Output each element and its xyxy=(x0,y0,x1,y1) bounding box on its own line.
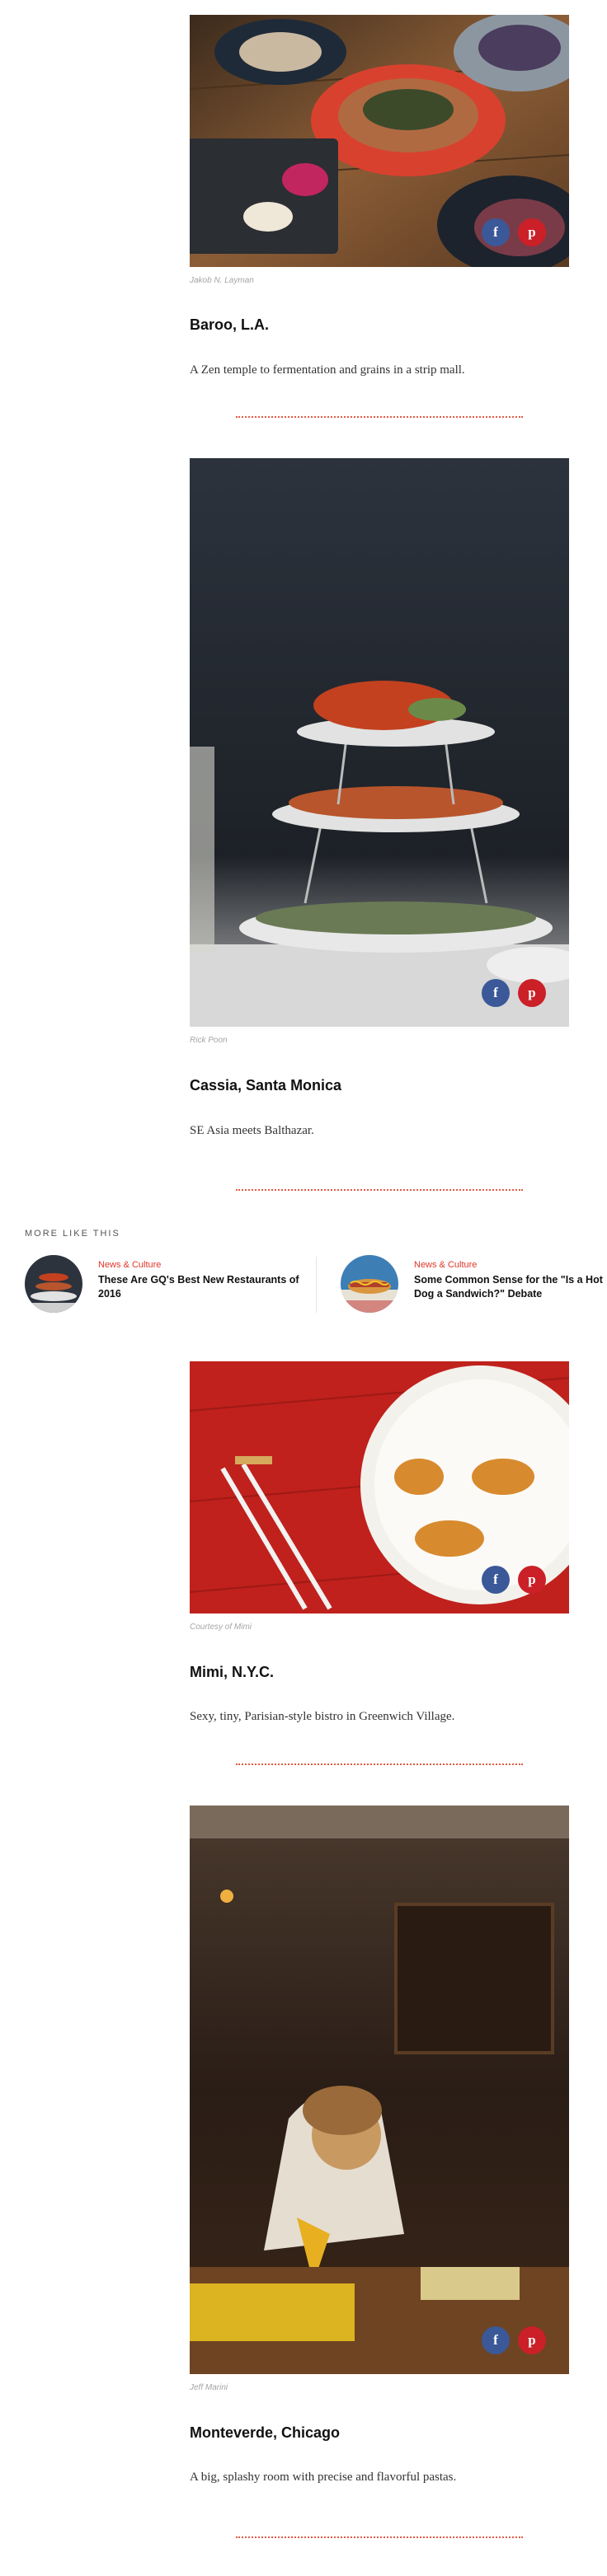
section-divider xyxy=(236,2536,523,2538)
photo-credit: Courtesy of Mimi xyxy=(190,1623,252,1632)
monteverde-food-photo xyxy=(190,1806,569,2374)
photo-credit: Rick Poon xyxy=(190,1036,228,1045)
restaurant-description: SE Asia meets Balthazar. xyxy=(190,1124,314,1137)
related-article-thumbnail[interactable] xyxy=(341,1255,398,1313)
pinterest-icon: p xyxy=(528,2332,536,2348)
pinterest-icon: p xyxy=(528,224,536,240)
restaurant-description: A big, splashy room with precise and fla… xyxy=(190,2471,457,2484)
section-divider xyxy=(236,416,523,418)
restaurant-description: A Zen temple to fermentation and grains … xyxy=(190,363,465,377)
restaurant-title: Monteverde, Chicago xyxy=(190,2424,341,2441)
facebook-icon: f xyxy=(493,2332,498,2348)
pinterest-icon: p xyxy=(528,1571,536,1587)
mimi-food-photo xyxy=(190,1361,569,1614)
related-article-category[interactable]: News & Culture xyxy=(414,1260,477,1270)
facebook-icon: f xyxy=(493,985,498,1000)
baroo-food-photo xyxy=(190,15,569,267)
restaurant-description: Sexy, tiny, Parisian-style bistro in Gre… xyxy=(190,1710,455,1723)
photo-credit: Jakob N. Layman xyxy=(190,276,254,285)
article-image-baroo: f p xyxy=(190,15,569,267)
restaurant-title: Baroo, L.A. xyxy=(190,316,270,333)
article-image-monteverde: f p xyxy=(190,1806,569,2374)
related-article-title[interactable]: These Are GQ's Best New Restaurants of 2… xyxy=(98,1273,304,1301)
restaurant-title: Cassia, Santa Monica xyxy=(190,1077,342,1094)
section-divider xyxy=(236,1189,523,1191)
facebook-icon: f xyxy=(493,224,498,240)
article-image-cassia: f p xyxy=(190,458,569,1027)
article-image-mimi: f p xyxy=(190,1361,569,1614)
cassia-food-photo xyxy=(190,458,569,1027)
restaurant-title: Mimi, N.Y.C. xyxy=(190,1664,275,1680)
card-separator xyxy=(316,1257,317,1313)
photo-credit: Jeff Marini xyxy=(190,2383,228,2392)
pinterest-share-button[interactable]: p xyxy=(518,218,546,246)
pinterest-share-button[interactable]: p xyxy=(518,2326,546,2354)
pinterest-icon: p xyxy=(528,985,536,1000)
more-like-this-heading: MORE LIKE THIS xyxy=(25,1229,120,1239)
related-article-card[interactable]: News & Culture Some Common Sense for the… xyxy=(341,1255,605,1316)
facebook-share-button[interactable]: f xyxy=(482,1566,510,1594)
related-article-thumbnail[interactable] xyxy=(25,1255,82,1313)
pinterest-share-button[interactable]: p xyxy=(518,979,546,1007)
related-article-card[interactable]: News & Culture These Are GQ's Best New R… xyxy=(25,1255,305,1316)
section-divider xyxy=(236,1763,523,1765)
related-article-category[interactable]: News & Culture xyxy=(98,1260,161,1270)
facebook-share-button[interactable]: f xyxy=(482,218,510,246)
related-article-title[interactable]: Some Common Sense for the "Is a Hot Dog … xyxy=(414,1273,607,1301)
pinterest-share-button[interactable]: p xyxy=(518,1566,546,1594)
facebook-icon: f xyxy=(493,1571,498,1587)
facebook-share-button[interactable]: f xyxy=(482,979,510,1007)
facebook-share-button[interactable]: f xyxy=(482,2326,510,2354)
